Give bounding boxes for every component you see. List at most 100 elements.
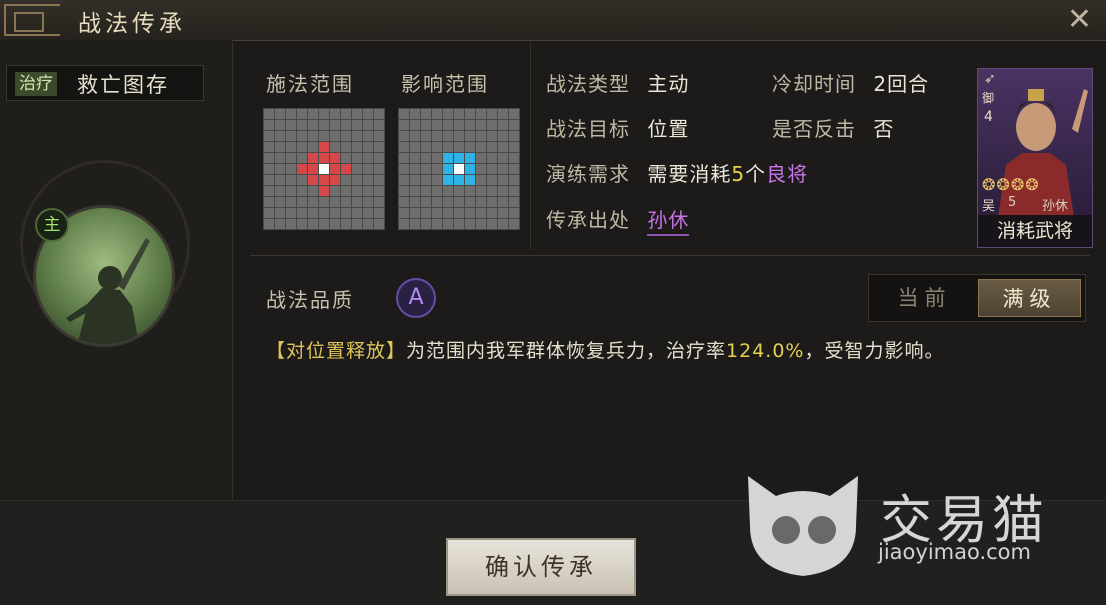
close-icon[interactable]: ✕ [1067,4,1092,36]
grid-cell [454,164,464,174]
skill-name-tag: 治疗 救亡图存 [6,65,204,101]
max-level-tab[interactable]: 满级 [978,279,1081,317]
grid-cell [297,164,307,174]
grid-cell [487,219,497,229]
grid-cell [341,175,351,185]
grid-cell [297,131,307,141]
grid-cell [476,131,486,141]
grid-cell [363,120,373,130]
general-cost: 4 [984,109,993,125]
watermark-cat-icon [748,476,858,576]
grid-cell [410,142,420,152]
confirm-inherit-button[interactable]: 确认传承 [446,538,636,596]
grid-cell [509,153,519,163]
grid-cell [399,164,409,174]
grid-cell [297,175,307,185]
grid-cell [286,131,296,141]
grid-cell [498,131,508,141]
grid-cell [363,142,373,152]
grid-cell [509,208,519,218]
grid-cell [264,153,274,163]
grid-cell [432,164,442,174]
grid-cell [297,153,307,163]
grid-cell [341,142,351,152]
grid-cell [476,164,486,174]
grid-cell [352,186,362,196]
grid-cell [308,186,318,196]
cooldown-label: 冷却时间 [772,72,856,96]
skill-type-badge: 治疗 [15,72,57,96]
grid-cell [352,164,362,174]
grid-cell [374,109,384,119]
grid-cell [264,219,274,229]
grid-cell [330,219,340,229]
grid-cell [352,153,362,163]
grid-cell [275,131,285,141]
counter-row: 是否反击 否 [772,113,894,142]
grid-cell [286,109,296,119]
grid-cell [509,186,519,196]
grid-cell [399,131,409,141]
level-toggle: 当前 满级 [868,274,1086,322]
grid-cell [352,131,362,141]
grid-cell [443,197,453,207]
grid-cell [399,153,409,163]
grid-cell [476,109,486,119]
grid-cell [487,186,497,196]
title-bar: 战法传承 ✕ [0,0,1106,41]
grid-cell [341,131,351,141]
grid-cell [319,197,329,207]
grid-cell [308,175,318,185]
watermark-url: jiaoyimao.com [878,540,1031,564]
grid-cell [308,120,318,130]
grid-cell [487,109,497,119]
grid-cell [341,120,351,130]
grid-cell [374,175,384,185]
general-stars: ❂❂❂❂ [982,175,1040,194]
consumed-general-card[interactable]: ➶ 御 4 ❂❂❂❂ 吴 5 孙休 消耗武将 [977,68,1093,248]
grid-cell [363,153,373,163]
grid-cell [487,120,497,130]
grid-cell [330,197,340,207]
grid-cell [264,197,274,207]
grid-cell [286,219,296,229]
grid-cell [341,153,351,163]
grid-cell [374,142,384,152]
requirement-unit: 个 [745,162,767,186]
current-level-tab[interactable]: 当前 [873,279,976,317]
requirement-count: 5 [731,162,746,186]
grid-cell [399,120,409,130]
grid-cell [286,175,296,185]
grid-cell [275,142,285,152]
grid-cell [286,120,296,130]
grid-cell [352,197,362,207]
grid-cell [399,197,409,207]
info-separator [530,42,531,250]
target-label: 战法目标 [546,117,630,141]
requirement-quality: 良将 [766,162,809,186]
grid-cell [476,120,486,130]
grid-cell [399,186,409,196]
grid-cell [509,175,519,185]
grid-cell [308,197,318,207]
grid-cell [421,219,431,229]
heal-rate: 124.0% [726,340,805,362]
grid-cell [330,164,340,174]
source-row: 传承出处 孙休 [546,204,690,236]
grid-cell [410,208,420,218]
grid-cell [297,109,307,119]
skill-type-label: 战法类型 [546,72,630,96]
grid-cell [374,186,384,196]
grid-cell [352,175,362,185]
target-value: 位置 [647,117,690,141]
grid-cell [374,219,384,229]
grid-cell [421,120,431,130]
grid-cell [330,186,340,196]
source-general-link[interactable]: 孙休 [647,208,690,236]
grid-cell [330,120,340,130]
grid-cell [432,175,442,185]
grid-cell [454,131,464,141]
grid-cell [465,175,475,185]
grid-cell [319,186,329,196]
grid-cell [454,219,464,229]
